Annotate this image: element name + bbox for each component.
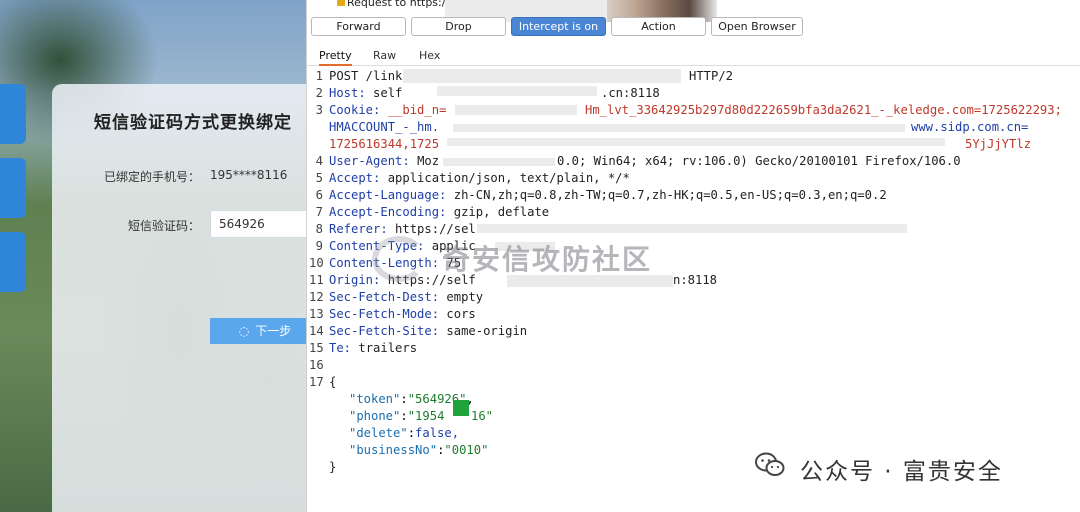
drop-button[interactable]: Drop xyxy=(411,17,506,36)
watermark-logo-icon xyxy=(372,236,426,282)
header-accept-language: Accept-Language: zh-CN,zh;q=0.8,zh-TW;q=… xyxy=(329,188,887,202)
sms-code-label: 短信验证码： xyxy=(128,219,201,233)
json-brace-close: } xyxy=(329,460,337,474)
watermark-text: 奇安信攻防社区 xyxy=(442,243,653,276)
json-phone: "phone":"1954 xyxy=(349,409,445,423)
header-accept-encoding: Accept-Encoding: gzip, deflate xyxy=(329,205,550,219)
request-line: POST /link xyxy=(329,69,403,83)
message-view-tabs: Pretty Raw Hex xyxy=(307,46,1080,66)
side-tab[interactable] xyxy=(0,84,26,144)
header-te: Te: trailers xyxy=(329,341,418,355)
redaction xyxy=(453,400,469,416)
side-tab[interactable] xyxy=(0,232,26,292)
header-sec-fetch-dest: Sec-Fetch-Dest: empty xyxy=(329,290,484,304)
sms-code-input[interactable]: 564926 xyxy=(210,210,306,238)
side-tab[interactable] xyxy=(0,158,26,218)
json-delete: "delete":false, xyxy=(349,426,460,440)
phone-value: 195****8116 xyxy=(210,168,288,182)
json-business-no: "businessNo":"0010" xyxy=(349,443,489,457)
redaction xyxy=(455,105,577,115)
header-sec-fetch-site: Sec-Fetch-Site: same-origin xyxy=(329,324,528,338)
json-brace-open: { xyxy=(329,375,337,389)
redaction xyxy=(447,138,945,146)
card-title: 短信验证码方式更换绑定 xyxy=(94,113,292,133)
header-host: Host: self xyxy=(329,86,403,100)
intercept-toggle-button[interactable]: Intercept is on xyxy=(511,17,606,36)
phone-label: 已绑定的手机号： xyxy=(104,170,201,184)
header-cookie: Cookie: __bid_n= xyxy=(329,103,447,117)
wechat-icon xyxy=(755,452,785,476)
loading-icon: ◌ xyxy=(238,324,250,338)
redaction xyxy=(443,158,555,166)
header-accept: Accept: application/json, text/plain, */… xyxy=(329,171,630,185)
header-sec-fetch-mode: Sec-Fetch-Mode: cors xyxy=(329,307,476,321)
forward-button[interactable]: Forward xyxy=(311,17,406,36)
redaction xyxy=(437,86,597,96)
open-browser-button[interactable]: Open Browser xyxy=(711,17,803,36)
next-button-label: 下一步 xyxy=(255,324,292,338)
request-editor[interactable]: 123 456 789 10 11 12 13 14 15 16 17 POST /lin… xyxy=(307,68,1080,512)
header-referer: Referer: https://sel xyxy=(329,222,476,236)
redaction xyxy=(477,224,907,233)
tab-hex[interactable]: Hex xyxy=(419,49,440,62)
redaction xyxy=(453,124,905,132)
header-user-agent: User-Agent: Moz xyxy=(329,154,440,168)
intercept-toolbar: Forward Drop Intercept is on Action Open… xyxy=(311,17,1080,37)
web-page-background: 短信验证码方式更换绑定 已绑定的手机号： 195****8116 短信验证码： … xyxy=(0,0,306,512)
brand-watermark: 公众号 · 富贵安全 xyxy=(800,459,1003,485)
action-button[interactable]: Action xyxy=(611,17,706,36)
request-line-version: HTTP/2 xyxy=(689,69,734,83)
request-title: Request to https:/ xyxy=(347,0,446,9)
tab-pretty[interactable]: Pretty xyxy=(319,49,352,66)
tab-raw[interactable]: Raw xyxy=(373,49,396,62)
next-button[interactable]: ◌ 下一步 xyxy=(210,318,306,344)
redaction xyxy=(403,69,681,83)
binding-card: 短信验证码方式更换绑定 已绑定的手机号： 195****8116 短信验证码： … xyxy=(52,84,306,512)
